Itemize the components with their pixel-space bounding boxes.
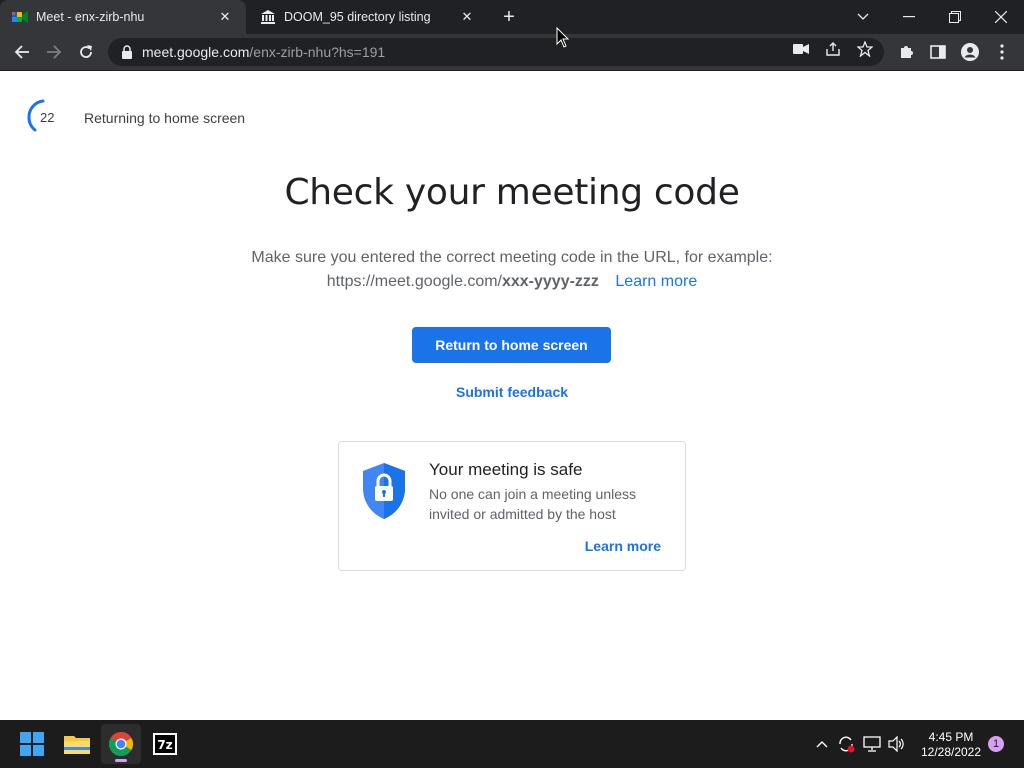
reload-button[interactable] bbox=[72, 38, 100, 66]
google-meet-icon bbox=[12, 9, 28, 25]
side-panel-icon[interactable] bbox=[926, 40, 950, 64]
back-button[interactable] bbox=[8, 38, 36, 66]
notification-badge[interactable]: 1 bbox=[988, 736, 1004, 752]
return-home-button[interactable]: Return to home screen bbox=[412, 327, 611, 363]
menu-kebab-icon[interactable] bbox=[990, 40, 1014, 64]
submit-feedback-link[interactable]: Submit feedback bbox=[0, 384, 1024, 400]
learn-more-link[interactable]: Learn more bbox=[615, 273, 697, 290]
file-explorer-icon[interactable] bbox=[57, 724, 97, 764]
clock-date: 12/28/2022 bbox=[920, 745, 982, 759]
countdown-value: 22 bbox=[40, 110, 55, 125]
archive-building-icon bbox=[260, 9, 276, 25]
minimize-button[interactable] bbox=[886, 0, 932, 34]
volume-icon[interactable] bbox=[887, 734, 907, 754]
description-line2: https://meet.google.com/xxx-yyyy-zzz Lea… bbox=[0, 273, 1024, 291]
share-icon[interactable] bbox=[824, 40, 842, 58]
clock-time: 4:45 PM bbox=[928, 730, 974, 744]
mouse-cursor-icon bbox=[556, 27, 570, 48]
system-clock[interactable]: 4:45 PM 12/28/2022 bbox=[916, 730, 986, 760]
camera-icon[interactable] bbox=[792, 40, 810, 58]
example-url-prefix: https://meet.google.com/ bbox=[326, 273, 502, 290]
safety-card-body: No one can join a meeting unless invited… bbox=[429, 486, 637, 522]
sync-icon[interactable] bbox=[836, 734, 856, 754]
shield-lock-icon bbox=[363, 463, 405, 519]
restore-button[interactable] bbox=[932, 0, 978, 34]
active-app-indicator bbox=[115, 759, 127, 762]
tab-meet[interactable]: Meet - enx-zirb-nhu ✕ bbox=[0, 0, 246, 34]
url-text: meet.google.com/enx-zirb-nhu?hs=191 bbox=[142, 44, 386, 60]
svg-text:7z: 7z bbox=[157, 738, 172, 752]
safety-learn-more-link[interactable]: Learn more bbox=[585, 538, 661, 554]
forward-button[interactable] bbox=[40, 38, 68, 66]
bookmark-star-icon[interactable] bbox=[856, 40, 874, 58]
safety-card-title: Your meeting is safe bbox=[429, 460, 583, 479]
close-tab-icon[interactable]: ✕ bbox=[458, 8, 476, 26]
tab-search-icon[interactable] bbox=[840, 0, 886, 34]
close-tab-icon[interactable]: ✕ bbox=[216, 8, 234, 26]
show-hidden-icons-chevron-icon[interactable] bbox=[812, 734, 832, 754]
close-window-button[interactable] bbox=[978, 0, 1024, 34]
windows-taskbar: 7z bbox=[0, 720, 1024, 768]
windows-start-icon[interactable] bbox=[12, 724, 52, 764]
7zip-icon[interactable]: 7z bbox=[145, 724, 185, 764]
tab-title: DOOM_95 directory listing bbox=[284, 10, 431, 24]
safety-card: Your meeting is safe No one can join a m… bbox=[338, 441, 686, 571]
page-title: Check your meeting code bbox=[284, 172, 740, 213]
profile-icon[interactable] bbox=[958, 40, 982, 64]
example-code: xxx-yyyy-zzz bbox=[501, 273, 599, 290]
tab-title: Meet - enx-zirb-nhu bbox=[36, 10, 145, 24]
description-line1: Make sure you entered the correct meetin… bbox=[251, 249, 773, 266]
tab-strip: Meet - enx-zirb-nhu ✕ DOOM_95 directory … bbox=[0, 0, 1024, 34]
extensions-icon[interactable] bbox=[894, 40, 918, 64]
tab-doom-listing[interactable]: DOOM_95 directory listing ✕ bbox=[248, 0, 488, 34]
lock-icon[interactable] bbox=[120, 45, 134, 59]
browser-toolbar: meet.google.com/enx-zirb-nhu?hs=191 bbox=[0, 34, 1024, 71]
chrome-icon[interactable] bbox=[101, 724, 141, 764]
countdown-text: Returning to home screen bbox=[84, 110, 246, 126]
submit-feedback-label[interactable]: Submit feedback bbox=[456, 384, 568, 400]
network-icon[interactable] bbox=[862, 734, 882, 754]
address-bar[interactable]: meet.google.com/enx-zirb-nhu?hs=191 bbox=[108, 38, 884, 66]
new-tab-button[interactable]: + bbox=[498, 7, 520, 29]
